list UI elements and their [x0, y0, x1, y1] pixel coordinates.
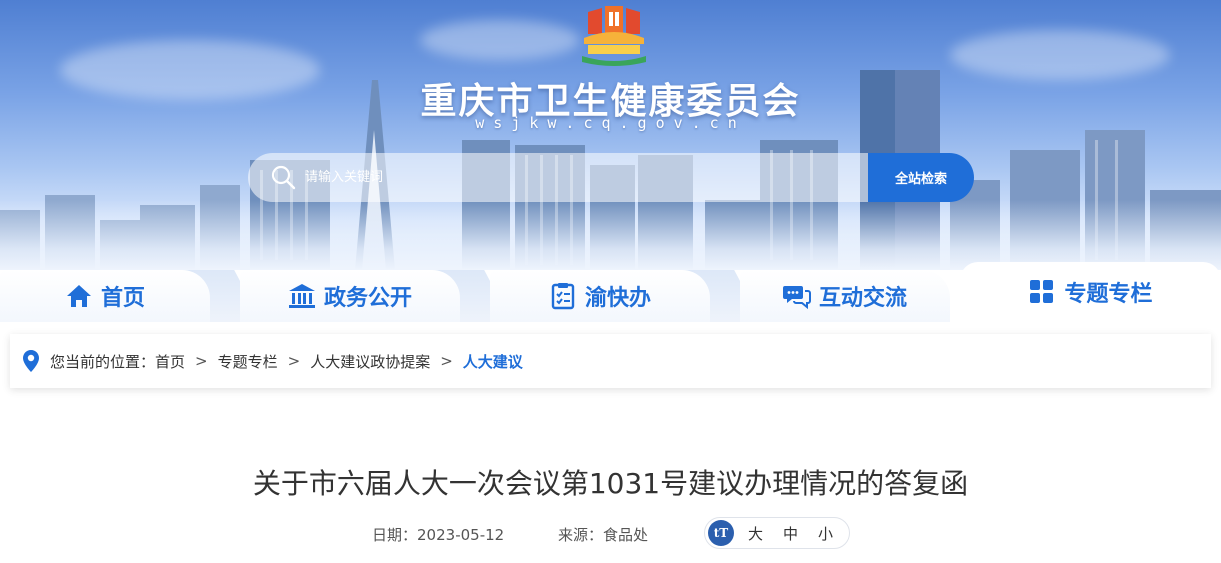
breadcrumb-separator: > — [195, 352, 208, 370]
site-logo-emblem — [582, 6, 646, 66]
nav-item-label: 渝快办 — [584, 286, 651, 311]
breadcrumb-current[interactable]: 人大建议 — [463, 351, 523, 372]
breadcrumb-link-home[interactable]: 首页 — [155, 351, 185, 372]
search-button[interactable]: 全站检索 — [868, 153, 974, 202]
font-size-switcher: tT 大 中 小 — [704, 517, 850, 549]
article-title: 关于市六届人大一次会议第1031号建议办理情况的答复函 — [252, 467, 969, 500]
nav-item-yukuaiban[interactable]: 渝快办 — [490, 270, 710, 322]
source-value: 食品处 — [603, 526, 649, 544]
government-building-icon — [288, 284, 315, 308]
source-label: 来源： — [558, 526, 604, 544]
article-date: 日期：2023-05-12 — [372, 524, 504, 545]
chat-bubbles-icon — [782, 286, 811, 310]
grid-icon — [1030, 280, 1054, 303]
font-size-medium[interactable]: 中 — [783, 523, 798, 544]
main-nav: 首页 政务公开 渝快办 互动交流 专题专栏 — [0, 262, 1221, 322]
checklist-icon — [551, 283, 575, 310]
breadcrumb-link-proposals[interactable]: 人大建议政协提案 — [310, 351, 430, 372]
nav-item-label: 专题专栏 — [1064, 282, 1153, 307]
font-size-icon: tT — [708, 520, 734, 546]
site-domain: wsjkw.cq.gov.cn — [475, 114, 746, 132]
breadcrumb-separator: > — [440, 352, 453, 370]
font-size-large[interactable]: 大 — [748, 523, 763, 544]
breadcrumb-link-special-topics[interactable]: 专题专栏 — [218, 351, 278, 372]
date-value: 2023-05-12 — [417, 526, 505, 544]
nav-item-government-affairs[interactable]: 政务公开 — [240, 270, 460, 322]
article-source: 来源：食品处 — [558, 524, 648, 545]
search-input[interactable] — [305, 164, 845, 190]
location-pin-icon — [23, 350, 39, 372]
font-size-small[interactable]: 小 — [818, 523, 833, 544]
nav-item-special-topics[interactable]: 专题专栏 — [960, 262, 1221, 322]
home-icon — [66, 285, 91, 307]
breadcrumb-prefix: 您当前的位置： — [50, 352, 156, 371]
nav-item-interaction[interactable]: 互动交流 — [740, 270, 950, 322]
header-banner: 重庆市卫生健康委员会 wsjkw.cq.gov.cn 全站检索 — [0, 0, 1221, 270]
search-icon[interactable] — [270, 164, 296, 190]
nav-item-label: 政务公开 — [323, 286, 412, 311]
breadcrumb: 您当前的位置： 首页 > 专题专栏 > 人大建议政协提案 > 人大建议 — [10, 334, 1211, 388]
nav-item-label: 首页 — [100, 286, 145, 311]
breadcrumb-separator: > — [287, 352, 301, 370]
nav-item-label: 互动交流 — [818, 286, 907, 311]
date-label: 日期： — [372, 526, 418, 544]
nav-item-home[interactable]: 首页 — [0, 270, 210, 322]
